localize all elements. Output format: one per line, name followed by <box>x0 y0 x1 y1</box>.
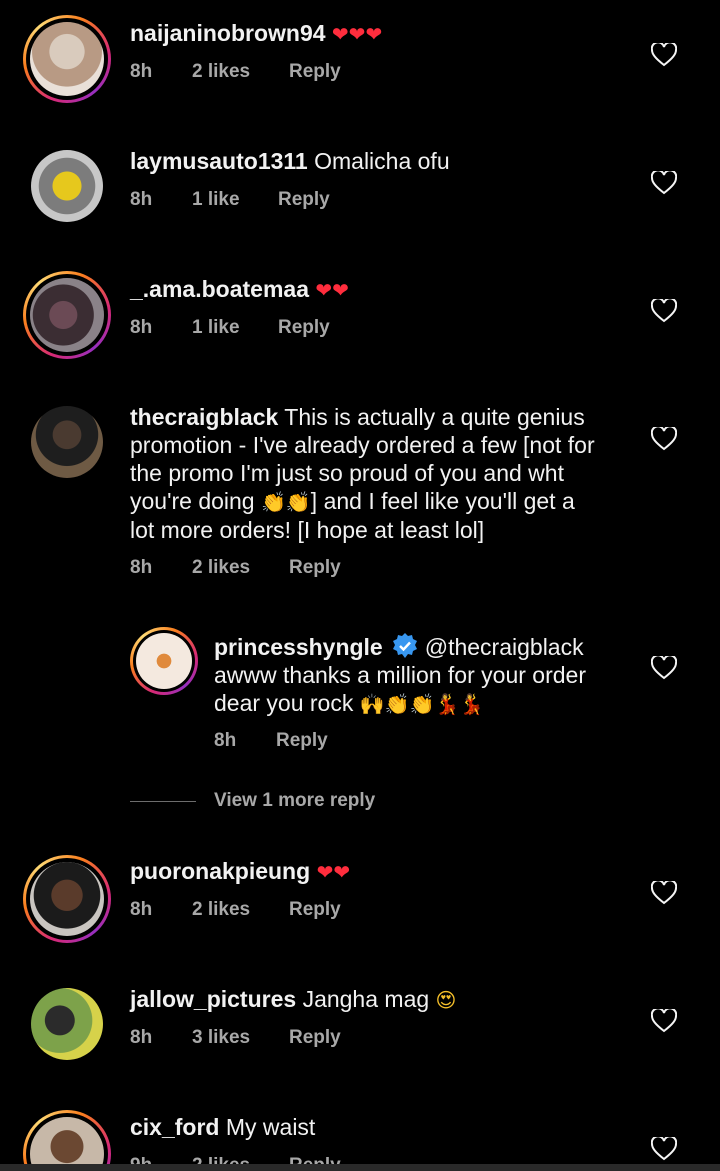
comment-text-line: lot more orders! [I hope at least lol] <box>130 517 485 543</box>
avatar[interactable] <box>130 627 198 695</box>
avatar[interactable] <box>23 1110 111 1171</box>
comment-text-line: the promo I'm just so proud of you and w… <box>130 460 564 486</box>
reply-button[interactable]: Reply <box>276 730 328 752</box>
username[interactable]: puoronakpieung <box>130 858 310 884</box>
comment-meta: 8h 2 likes Reply <box>130 557 341 579</box>
reply-time: 8h <box>214 730 237 751</box>
like-heart-icon[interactable] <box>650 654 678 680</box>
comment-time: 8h <box>130 557 153 578</box>
comment-text-line: ] and I feel like you'll get a <box>310 488 575 514</box>
reply-text-line: awww thanks a million for your order <box>214 662 586 688</box>
view-more-replies[interactable]: View 1 more reply <box>130 790 375 812</box>
comment-meta: 8h 1 like Reply <box>130 317 330 339</box>
username[interactable]: _.ama.boatemaa <box>130 276 309 302</box>
comment-time: 8h <box>130 1027 153 1048</box>
mention-link[interactable]: @thecraigblack <box>425 634 584 660</box>
avatar[interactable] <box>23 271 111 359</box>
username[interactable]: laymusauto1311 <box>130 148 308 174</box>
comment-time: 8h <box>130 317 153 338</box>
username[interactable]: jallow_pictures <box>130 986 296 1012</box>
reply-emojis: 🙌👏👏💃💃 <box>359 692 485 716</box>
reply-button[interactable]: Reply <box>289 1027 341 1049</box>
reply-meta: 8h Reply <box>214 730 328 752</box>
likes-count[interactable]: 1 like <box>192 317 278 339</box>
bottom-input-bar-edge <box>0 1164 720 1171</box>
comment-text: My waist <box>225 1114 316 1140</box>
likes-count[interactable]: 1 like <box>192 189 278 211</box>
likes-count[interactable]: 2 likes <box>192 899 289 921</box>
reply-button[interactable]: Reply <box>278 317 330 339</box>
avatar[interactable] <box>31 150 103 222</box>
reply-button[interactable]: Reply <box>278 189 330 211</box>
username[interactable]: princesshyngle <box>214 634 383 660</box>
reply-text-line: dear you rock <box>214 690 354 716</box>
heart-emojis: ❤❤ <box>315 278 349 302</box>
verified-badge-icon <box>392 633 417 658</box>
comment-meta: 8h 3 likes Reply <box>130 1027 341 1049</box>
avatar[interactable] <box>31 406 103 478</box>
comment-time: 8h <box>130 189 153 210</box>
username[interactable]: naijaninobrown94 <box>130 20 326 46</box>
comment-text: Jangha mag <box>302 986 430 1012</box>
reply-button[interactable]: Reply <box>289 899 341 921</box>
comment-time: 8h <box>130 61 153 82</box>
comment-meta: 8h 1 like Reply <box>130 189 330 211</box>
likes-count[interactable]: 2 likes <box>192 61 289 83</box>
likes-count[interactable]: 2 likes <box>192 557 289 579</box>
reply-button[interactable]: Reply <box>289 61 341 83</box>
like-heart-icon[interactable] <box>650 425 678 451</box>
likes-count[interactable]: 3 likes <box>192 1027 289 1049</box>
clap-emojis: 👏👏 <box>260 490 311 514</box>
heart-eyes-emoji: 😍 <box>435 988 457 1012</box>
comment-text: Omalicha ofu <box>314 148 450 174</box>
heart-emojis: ❤❤ <box>316 860 351 884</box>
username[interactable]: thecraigblack <box>130 404 278 430</box>
divider <box>130 800 196 802</box>
heart-emojis: ❤❤❤ <box>331 22 383 46</box>
like-heart-icon[interactable] <box>650 41 678 67</box>
like-heart-icon[interactable] <box>650 1135 678 1161</box>
reply-button[interactable]: Reply <box>289 557 341 579</box>
like-heart-icon[interactable] <box>650 1007 678 1033</box>
like-heart-icon[interactable] <box>650 169 678 195</box>
view-more-replies-label: View 1 more reply <box>214 790 376 811</box>
comment-text-line: This is actually a quite genius <box>284 404 585 430</box>
avatar[interactable] <box>23 15 111 103</box>
avatar[interactable] <box>31 988 103 1060</box>
comment-meta: 8h 2 likes Reply <box>130 899 341 921</box>
comment-text-line: promotion - I've already ordered a few [… <box>130 432 595 458</box>
comment-meta: 8h 2 likes Reply <box>130 61 341 83</box>
comment-time: 8h <box>130 899 153 920</box>
like-heart-icon[interactable] <box>650 297 678 323</box>
avatar[interactable] <box>23 855 111 943</box>
like-heart-icon[interactable] <box>650 879 678 905</box>
username[interactable]: cix_ford <box>130 1114 219 1140</box>
comment-text-line: you're doing <box>130 488 255 514</box>
